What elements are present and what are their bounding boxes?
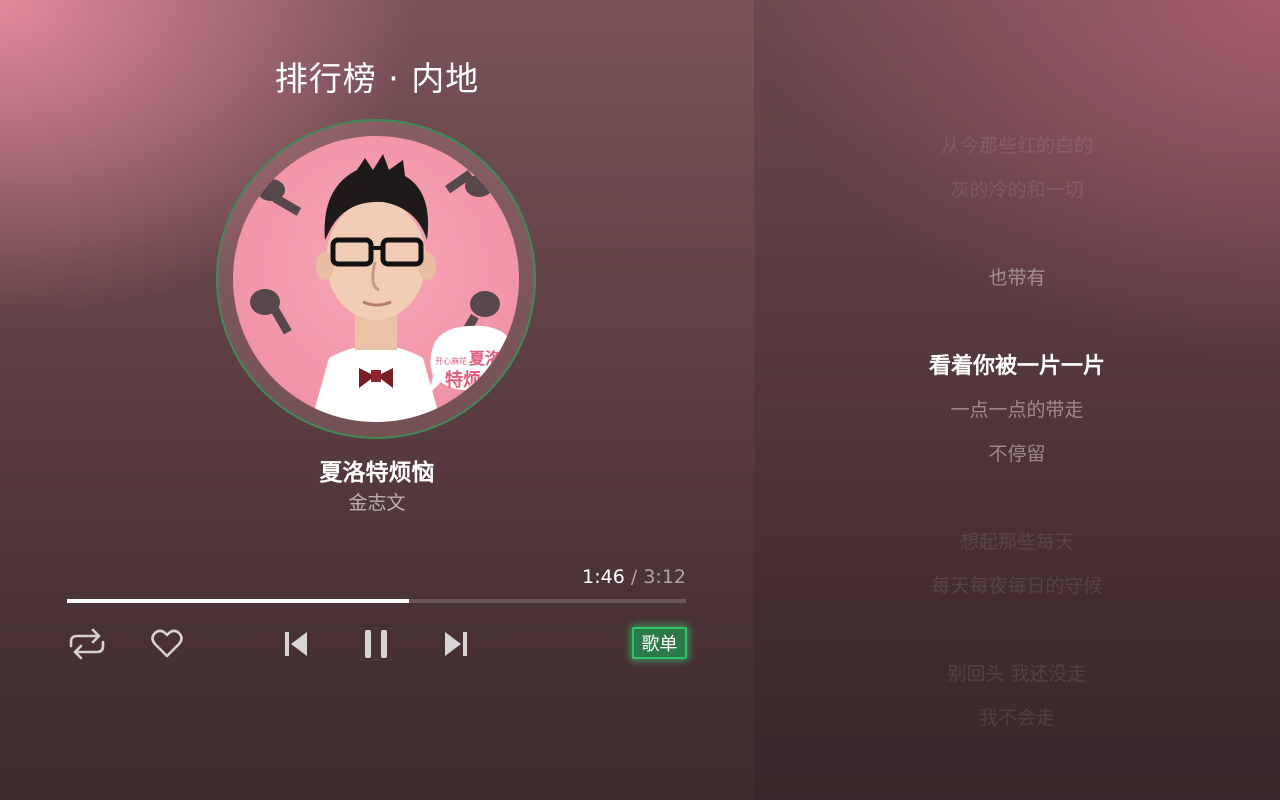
song-title: 夏洛特烦恼 [319, 460, 435, 486]
pause-icon [365, 630, 387, 658]
repeat-icon [69, 628, 105, 660]
page-title: 排行榜 · 内地 [274, 59, 480, 98]
lyric-line: 灰的冷的和一切 [950, 179, 1084, 201]
lyric-line: 别回头 我还没走 [947, 663, 1087, 685]
skip-previous-icon [285, 632, 307, 656]
lyric-line: 想起那些每天 [959, 531, 1074, 553]
album-cover-portrait: 开心麻花 夏洛 特烦 [250, 154, 515, 422]
album-cover: 开心麻花 夏洛 特烦 [233, 136, 519, 422]
favorite-button[interactable] [145, 622, 189, 666]
lyric-line: 每天每夜每日的守候 [931, 575, 1103, 597]
current-time: 1:46 [582, 566, 625, 588]
total-time: 3:12 [643, 566, 686, 588]
music-player-screen: 排行榜 · 内地 开心麻花 夏洛 特烦 夏洛特烦恼 金志文 1:46 / 3:1… [0, 0, 1280, 800]
lyric-line: 我不会走 [978, 707, 1055, 729]
song-artist: 金志文 [348, 492, 406, 514]
skip-next-icon [445, 632, 467, 656]
next-button[interactable] [434, 622, 478, 666]
lyric-line-current: 看着你被一片一片 [928, 354, 1105, 379]
lyric-line: 从今那些红的白的 [940, 135, 1093, 157]
heart-icon [151, 629, 183, 658]
progress-fill [67, 599, 410, 603]
playlist-button[interactable]: 歌单 [632, 627, 687, 659]
cover-badge-text: 开心麻花 [435, 356, 467, 366]
progress-bar[interactable] [67, 599, 686, 603]
previous-button[interactable] [274, 622, 318, 666]
lyric-line: 也带有 [988, 267, 1046, 289]
now-playing-panel: 排行榜 · 内地 开心麻花 夏洛 特烦 夏洛特烦恼 金志文 1:46 / 3:1… [0, 0, 754, 800]
lyric-line: 一点一点的带走 [950, 399, 1084, 421]
time-separator: / [624, 566, 644, 588]
playback-time: 1:46 / 3:12 [582, 566, 686, 588]
lyric-line: 不停留 [988, 443, 1046, 465]
pause-button[interactable] [354, 622, 398, 666]
repeat-button[interactable] [65, 622, 109, 666]
